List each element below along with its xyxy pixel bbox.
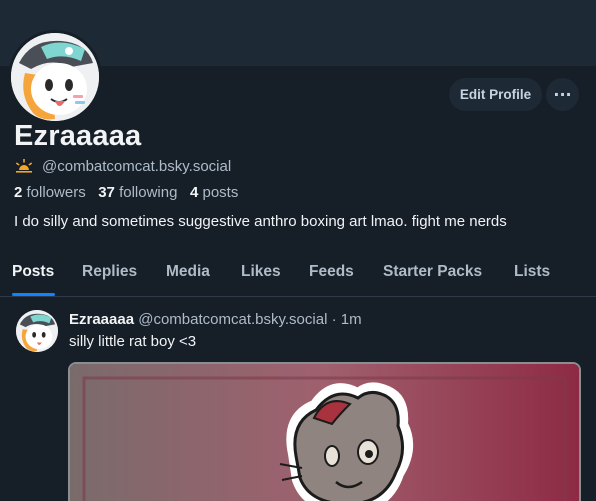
sunrise-icon <box>15 159 33 173</box>
profile-handle[interactable]: @combatcomcat.bsky.social <box>42 158 231 175</box>
profile-bio: I do silly and sometimes suggestive anth… <box>14 213 507 230</box>
tab-posts[interactable]: Posts <box>12 263 54 281</box>
followers-link[interactable]: 2 followers <box>14 184 86 201</box>
post-author-handle[interactable]: @combatcomcat.bsky.social <box>138 311 327 328</box>
tab-starter-packs[interactable]: Starter Packs <box>383 263 482 281</box>
edit-profile-button[interactable]: Edit Profile <box>449 78 542 111</box>
cat-avatar-image <box>16 310 58 352</box>
post-image[interactable] <box>68 362 581 501</box>
tab-likes[interactable]: Likes <box>241 263 281 281</box>
post-text: silly little rat boy <3 <box>69 333 197 350</box>
posts-stat: 4 posts <box>190 184 238 201</box>
profile-handle-row: @combatcomcat.bsky.social <box>14 157 231 175</box>
profile-display-name: Ezraaaaa <box>14 120 142 152</box>
post-separator: · <box>331 311 337 328</box>
followers-label: followers <box>26 184 86 201</box>
rat-artwork-image <box>70 364 579 501</box>
profile-stats: 2 followers 37 following 4 posts <box>14 184 238 201</box>
ellipsis-icon: ··· <box>553 85 572 104</box>
followers-count: 2 <box>14 184 23 201</box>
tab-lists[interactable]: Lists <box>514 263 550 281</box>
posts-label: posts <box>202 184 239 201</box>
profile-tabs: Posts Replies Media Likes Feeds Starter … <box>0 256 596 297</box>
posts-count: 4 <box>189 184 199 201</box>
post-author-name[interactable]: Ezraaaaa <box>69 311 134 328</box>
tab-replies[interactable]: Replies <box>82 263 137 281</box>
profile-avatar[interactable] <box>8 30 102 124</box>
more-options-button[interactable]: ··· <box>546 78 579 111</box>
cat-avatar-image <box>11 33 99 121</box>
following-label: following <box>119 184 178 201</box>
post-timestamp[interactable]: 1m <box>341 311 362 328</box>
tab-media[interactable]: Media <box>166 263 210 281</box>
post-header: Ezraaaaa @combatcomcat.bsky.social · 1m <box>69 311 362 328</box>
tab-feeds[interactable]: Feeds <box>309 263 354 281</box>
following-count: 37 <box>98 184 115 201</box>
active-tab-indicator <box>12 293 55 296</box>
post-author-avatar[interactable] <box>16 310 58 352</box>
following-link[interactable]: 37 following <box>98 184 177 201</box>
